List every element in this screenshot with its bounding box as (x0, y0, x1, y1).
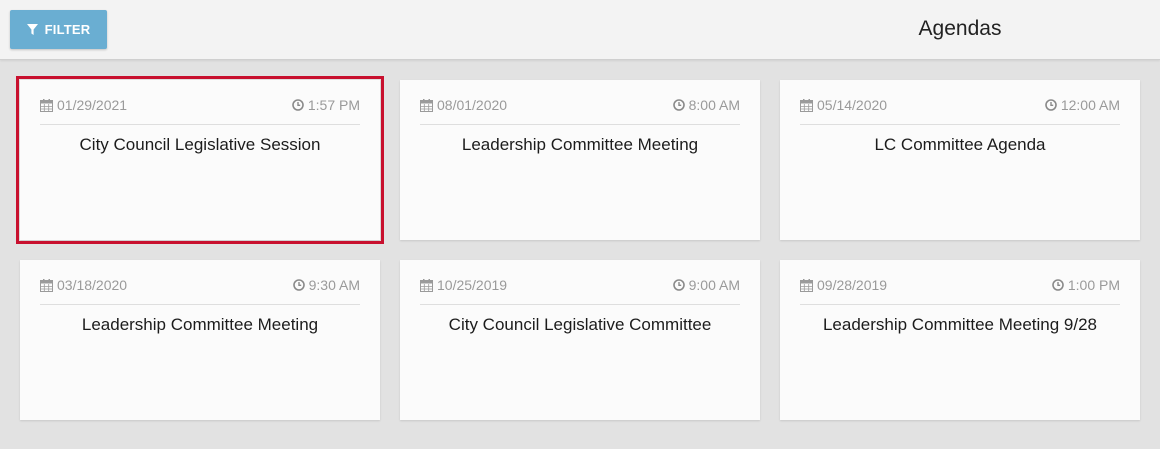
card-date: 01/29/2021 (57, 97, 128, 113)
card-title: Leadership Committee Meeting 9/28 (822, 315, 1098, 334)
filter-icon (26, 24, 38, 35)
calendar-icon (40, 98, 53, 112)
card-title: City Council Legislative Committee (448, 315, 712, 334)
card-meta: 03/18/2020 9:30 AM (40, 277, 360, 305)
clock-icon (292, 279, 305, 291)
card-time: 9:00 AM (688, 277, 740, 293)
calendar-icon (800, 98, 813, 112)
clock-icon (672, 279, 685, 291)
calendar-icon (800, 278, 813, 292)
agenda-card[interactable]: 05/14/2020 12:00 AM LC Committee Agenda (780, 80, 1140, 240)
card-title: Leadership Committee Meeting (461, 135, 699, 154)
calendar-icon (40, 278, 53, 292)
clock-icon (292, 99, 304, 111)
card-date: 08/01/2020 (437, 97, 508, 113)
card-time: 1:00 PM (1067, 277, 1120, 293)
card-time: 8:00 AM (688, 97, 740, 113)
agenda-card[interactable]: 10/25/2019 9:00 AM City Council Legislat… (400, 260, 760, 420)
card-title: City Council Legislative Session (79, 135, 321, 154)
agenda-card[interactable]: 08/01/2020 8:00 AM Leadership Committee … (400, 80, 760, 240)
card-title: Leadership Committee Meeting (81, 315, 319, 334)
clock-icon (1045, 99, 1057, 111)
card-time: 12:00 AM (1060, 97, 1120, 113)
clock-icon (1052, 279, 1064, 291)
card-title: LC Committee Agenda (874, 135, 1046, 154)
card-time: 1:57 PM (307, 97, 360, 113)
top-bar: FILTER Agendas (0, 0, 1160, 60)
card-date: 10/25/2019 (437, 277, 508, 293)
agenda-card[interactable]: 01/29/2021 1:57 PM City Council Legislat… (16, 76, 384, 244)
filter-button[interactable]: FILTER (10, 10, 107, 49)
card-date: 09/28/2019 (817, 277, 888, 293)
agenda-card[interactable]: 09/28/2019 1:00 PM Leadership Committee … (780, 260, 1140, 420)
card-date: 05/14/2020 (817, 97, 888, 113)
card-date: 03/18/2020 (57, 277, 128, 293)
agenda-card[interactable]: 03/18/2020 9:30 AM Leadership Committee … (20, 260, 380, 420)
calendar-icon (420, 98, 433, 112)
card-time: 9:30 AM (308, 277, 360, 293)
page-title: Agendas (918, 17, 1002, 40)
clock-icon (672, 99, 685, 111)
filter-button-label: FILTER (44, 22, 91, 37)
card-meta: 08/01/2020 8:00 AM (420, 97, 740, 125)
card-meta: 09/28/2019 1:00 PM (800, 277, 1120, 305)
card-meta: 05/14/2020 12:00 AM (800, 97, 1120, 125)
calendar-icon (420, 278, 433, 292)
card-meta: 10/25/2019 9:00 AM (420, 277, 740, 305)
card-meta: 01/29/2021 1:57 PM (40, 97, 360, 125)
